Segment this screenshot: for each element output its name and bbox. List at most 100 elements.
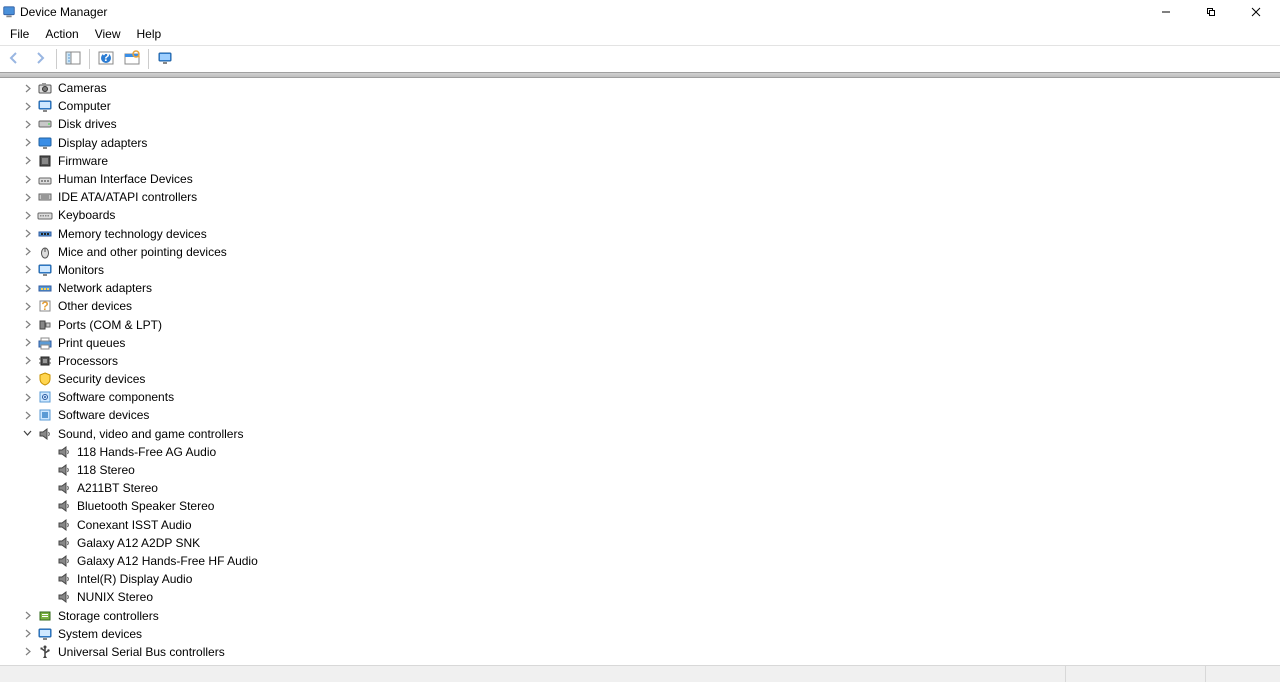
- ide-icon: [37, 189, 53, 205]
- toolbar-show-hide-tree-button[interactable]: [61, 47, 85, 71]
- category-label: Display adapters: [58, 136, 147, 150]
- speaker-icon: [56, 589, 72, 605]
- svg-text:?: ?: [102, 50, 109, 64]
- network-icon: [37, 280, 53, 296]
- expand-icon[interactable]: [22, 264, 33, 275]
- expand-icon[interactable]: [22, 301, 33, 312]
- tree-device[interactable]: Galaxy A12 A2DP SNK: [0, 534, 1280, 552]
- expand-icon[interactable]: [22, 137, 33, 148]
- expander-placeholder: [41, 501, 52, 512]
- cpu-icon: [37, 353, 53, 369]
- speaker-icon: [56, 462, 72, 478]
- speaker-icon: [56, 498, 72, 514]
- toolbar-scan-button[interactable]: [120, 47, 144, 71]
- toolbar-help-button[interactable]: ?: [94, 47, 118, 71]
- toolbar-separator: [56, 49, 57, 69]
- tree-device[interactable]: A211BT Stereo: [0, 479, 1280, 497]
- tree-category[interactable]: System devices: [0, 625, 1280, 643]
- tree-device[interactable]: Galaxy A12 Hands-Free HF Audio: [0, 552, 1280, 570]
- menu-action[interactable]: Action: [37, 25, 86, 43]
- tree-device[interactable]: Conexant ISST Audio: [0, 516, 1280, 534]
- toolbar-devices-button[interactable]: [153, 47, 177, 71]
- tree-category[interactable]: Network adapters: [0, 279, 1280, 297]
- tree-category[interactable]: Cameras: [0, 79, 1280, 97]
- speaker-icon: [56, 553, 72, 569]
- tree-category[interactable]: Monitors: [0, 261, 1280, 279]
- tree-category[interactable]: Processors: [0, 352, 1280, 370]
- tree-device[interactable]: 118 Stereo: [0, 461, 1280, 479]
- expander-placeholder: [41, 465, 52, 476]
- tree-category[interactable]: Software components: [0, 388, 1280, 406]
- swcomp-icon: [37, 389, 53, 405]
- toolbar-back-button[interactable]: [2, 47, 26, 71]
- expand-icon[interactable]: [22, 83, 33, 94]
- minimize-button[interactable]: [1143, 0, 1188, 23]
- expand-icon[interactable]: [22, 610, 33, 621]
- menu-view[interactable]: View: [87, 25, 129, 43]
- close-button[interactable]: [1233, 0, 1278, 23]
- app-icon: [2, 5, 16, 19]
- tree-category[interactable]: Disk drives: [0, 115, 1280, 133]
- expand-icon[interactable]: [22, 228, 33, 239]
- tree-category[interactable]: Universal Serial Bus controllers: [0, 643, 1280, 661]
- tree-device[interactable]: 118 Hands-Free AG Audio: [0, 443, 1280, 461]
- tree-category[interactable]: Storage controllers: [0, 606, 1280, 624]
- category-label: Other devices: [58, 299, 132, 313]
- expand-icon[interactable]: [22, 101, 33, 112]
- device-label: 118 Stereo: [77, 463, 135, 477]
- category-label: Software components: [58, 390, 174, 404]
- status-panel: [1065, 666, 1205, 682]
- menu-file[interactable]: File: [2, 25, 37, 43]
- tree-category[interactable]: Print queues: [0, 334, 1280, 352]
- tree-category[interactable]: Mice and other pointing devices: [0, 243, 1280, 261]
- expand-icon[interactable]: [22, 174, 33, 185]
- tree-category[interactable]: Display adapters: [0, 134, 1280, 152]
- tree-category[interactable]: Keyboards: [0, 206, 1280, 224]
- tree-category[interactable]: Human Interface Devices: [0, 170, 1280, 188]
- tree-category[interactable]: Memory technology devices: [0, 225, 1280, 243]
- expand-icon[interactable]: [22, 337, 33, 348]
- firmware-icon: [37, 153, 53, 169]
- expand-icon[interactable]: [22, 410, 33, 421]
- expand-icon[interactable]: [22, 628, 33, 639]
- toolbar-forward-button[interactable]: [28, 47, 52, 71]
- expand-icon[interactable]: [22, 319, 33, 330]
- device-label: 118 Hands-Free AG Audio: [77, 445, 216, 459]
- speaker-icon: [56, 571, 72, 587]
- tree-category[interactable]: Computer: [0, 97, 1280, 115]
- expander-placeholder: [41, 592, 52, 603]
- tree-category[interactable]: Sound, video and game controllers: [0, 425, 1280, 443]
- expand-icon[interactable]: [22, 119, 33, 130]
- tree-category[interactable]: IDE ATA/ATAPI controllers: [0, 188, 1280, 206]
- tree-device[interactable]: Intel(R) Display Audio: [0, 570, 1280, 588]
- expand-icon[interactable]: [22, 646, 33, 657]
- tree-category[interactable]: Firmware: [0, 152, 1280, 170]
- tree-category[interactable]: Software devices: [0, 406, 1280, 424]
- expand-icon[interactable]: [22, 392, 33, 403]
- usb-icon: [37, 644, 53, 660]
- device-tree-pane[interactable]: CamerasComputerDisk drives Display adapte…: [0, 78, 1280, 665]
- maximize-button[interactable]: [1188, 0, 1233, 23]
- tree-device[interactable]: Bluetooth Speaker Stereo: [0, 497, 1280, 515]
- expand-icon[interactable]: [22, 355, 33, 366]
- expand-icon[interactable]: [22, 283, 33, 294]
- expand-icon[interactable]: [22, 192, 33, 203]
- collapse-icon[interactable]: [22, 428, 33, 439]
- tree-category[interactable]: ?Other devices: [0, 297, 1280, 315]
- expander-placeholder: [41, 519, 52, 530]
- expand-icon[interactable]: [22, 155, 33, 166]
- category-label: Software devices: [58, 408, 149, 422]
- keyboard-icon: [37, 207, 53, 223]
- tree-category[interactable]: Ports (COM & LPT): [0, 315, 1280, 333]
- window-title: Device Manager: [20, 5, 1143, 19]
- expand-icon[interactable]: [22, 246, 33, 257]
- expand-icon[interactable]: [22, 374, 33, 385]
- status-panel: [1205, 666, 1280, 682]
- expand-icon[interactable]: [22, 210, 33, 221]
- expander-placeholder: [41, 555, 52, 566]
- category-label: Firmware: [58, 154, 108, 168]
- tree-device[interactable]: NUNIX Stereo: [0, 588, 1280, 606]
- tree-category[interactable]: Security devices: [0, 370, 1280, 388]
- menu-help[interactable]: Help: [129, 25, 170, 43]
- security-icon: [37, 371, 53, 387]
